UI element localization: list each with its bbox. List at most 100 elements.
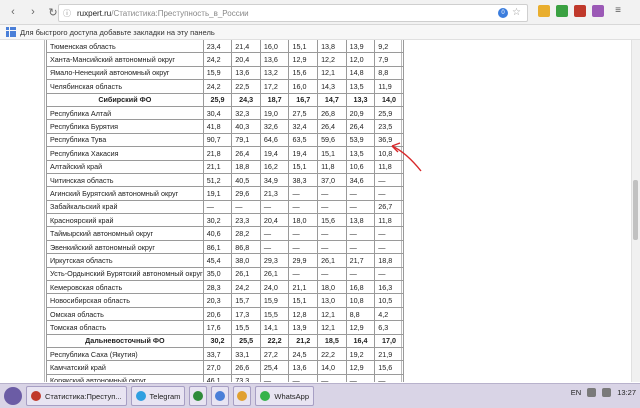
value-cell: 46,1 xyxy=(202,373,233,382)
forward-icon[interactable]: › xyxy=(26,5,40,19)
table-row: Республика Алтай 30,4 32,3 19,0 27,5 26,8 20,9… xyxy=(46,105,404,121)
menu-icon[interactable]: ≡ xyxy=(612,5,624,17)
value-cell: 13,2 xyxy=(259,65,290,81)
value-cell: 23,4 xyxy=(202,40,233,54)
value-cell: 15,6 xyxy=(374,360,404,375)
district-row: Сибирский ФО 25,9 24,3 18,7 16,7 14,7 13,3 14,0 xyxy=(46,92,404,107)
value-cell: 15,6 xyxy=(317,213,347,228)
region-name-cell: Камчатский край xyxy=(46,360,204,375)
bookmark-star-icon[interactable]: ☆ xyxy=(512,7,521,18)
value-cell: 19,0 xyxy=(259,105,290,121)
app-icon xyxy=(31,391,41,401)
value-cell: 45,4 xyxy=(202,253,233,268)
value-cell: 21,9 xyxy=(374,346,404,362)
value-cell: 26,1 xyxy=(259,266,290,282)
taskbar-item[interactable]: Telegram xyxy=(130,386,186,406)
extension-icon[interactable] xyxy=(538,5,550,17)
page-info-icon[interactable]: ⓘ xyxy=(63,8,73,18)
district-row: Дальневосточный ФО 30,2 25,5 22,2 21,2 18,5 16… xyxy=(46,333,404,348)
value-cell: 28,3 xyxy=(202,280,233,295)
value-cell: 21,1 xyxy=(202,159,233,174)
value-cell: 20,9 xyxy=(345,105,376,121)
apps-icon[interactable] xyxy=(6,27,16,37)
region-name-cell: Томская область xyxy=(46,320,204,335)
back-icon[interactable]: ‹ xyxy=(6,5,20,19)
value-cell: 13,3 xyxy=(345,92,376,107)
extension-icon[interactable] xyxy=(556,5,568,17)
region-name-cell: Иркутская область xyxy=(46,253,204,268)
value-cell: 18,0 xyxy=(288,213,319,228)
value-cell: 21,8 xyxy=(202,146,233,161)
crime-table: Тюменская область 23,4 21,4 16,0 15,1 13,8 13,… xyxy=(46,40,404,382)
taskbar-item[interactable]: WhatsApp xyxy=(255,386,315,406)
value-cell: 34,9 xyxy=(259,172,290,188)
extension-badge[interactable]: 0 xyxy=(498,7,509,18)
value-cell: 73,3 xyxy=(231,373,261,382)
value-cell: 41,8 xyxy=(202,119,233,134)
start-button[interactable] xyxy=(4,387,22,405)
value-cell: 30,4 xyxy=(202,105,233,121)
value-cell: 15,1 xyxy=(317,146,347,161)
app-icon xyxy=(260,391,271,401)
value-cell: — xyxy=(345,266,376,282)
value-cell: 15,7 xyxy=(231,293,261,308)
region-name-cell: Ямало-Ненецкий автономный округ xyxy=(46,65,204,81)
value-cell: 20,3 xyxy=(202,293,233,308)
taskbar: Статистика:Преступ... Telegram WhatsApp EN… xyxy=(0,383,640,408)
value-cell: — xyxy=(317,186,347,201)
value-cell: 38,3 xyxy=(288,172,319,188)
value-cell: 16,7 xyxy=(288,92,319,107)
table-row: Агинский Бурятский автономный округ 19,1 2… xyxy=(46,186,404,201)
table-row: Тюменская область 23,4 21,4 16,0 15,1 13,8 13,… xyxy=(46,40,404,54)
region-name-cell: Забайкальский край xyxy=(46,199,204,215)
value-cell: — xyxy=(317,266,347,282)
value-cell: 86,8 xyxy=(231,239,261,255)
region-name-cell: Ханта-Мансийский автономный округ xyxy=(46,52,204,67)
value-cell: 26,4 xyxy=(345,119,376,134)
value-cell: 21,1 xyxy=(288,280,319,295)
value-cell: 9,2 xyxy=(374,40,404,54)
value-cell: 24,3 xyxy=(231,92,261,107)
value-cell: 17,6 xyxy=(202,320,233,335)
value-cell: — xyxy=(374,226,404,241)
value-cell: 13,6 xyxy=(259,52,290,67)
value-cell: 8,8 xyxy=(345,306,376,322)
value-cell: 28,2 xyxy=(231,226,261,241)
page-scrollbar[interactable] xyxy=(631,40,640,382)
value-cell: — xyxy=(345,199,376,215)
extension-icon[interactable] xyxy=(592,5,604,17)
value-cell: 90,7 xyxy=(202,132,233,148)
value-cell: 13,6 xyxy=(231,65,261,81)
address-bar[interactable]: ⓘ ruxpert.ru /Статистика:Преступность_в_… xyxy=(58,4,528,22)
taskbar-item[interactable] xyxy=(211,386,230,406)
system-tray: EN 13:27 xyxy=(571,388,636,397)
region-name-cell: Республика Тува xyxy=(46,132,204,148)
value-cell: 86,1 xyxy=(202,239,233,255)
extension-icon[interactable] xyxy=(574,5,586,17)
value-cell: 15,1 xyxy=(288,40,319,54)
value-cell: 22,2 xyxy=(317,346,347,362)
taskbar-item[interactable]: Статистика:Преступ... xyxy=(26,386,127,406)
language-indicator[interactable]: EN xyxy=(571,388,581,397)
value-cell: 14,8 xyxy=(345,65,376,81)
page-content: Тюменская область 23,4 21,4 16,0 15,1 13,8 13,… xyxy=(0,40,632,382)
region-name-cell: Кемеровская область xyxy=(46,280,204,295)
taskbar-item[interactable] xyxy=(233,386,252,406)
region-name-cell: Усть-Ордынский Бурятский автономный окру… xyxy=(46,266,204,282)
volume-icon[interactable] xyxy=(602,388,612,397)
red-arrow-annotation xyxy=(391,142,422,172)
table-row: Ямало-Ненецкий автономный округ 15,9 13,6 1… xyxy=(46,65,404,81)
network-icon[interactable] xyxy=(587,388,597,397)
value-cell: 40,6 xyxy=(202,226,233,241)
scrollbar-thumb[interactable] xyxy=(633,180,638,240)
value-cell: — xyxy=(259,199,290,215)
clock[interactable]: 13:27 xyxy=(617,388,636,397)
region-name-cell: Красноярский край xyxy=(46,213,204,228)
value-cell: 19,4 xyxy=(288,146,319,161)
value-cell: 29,9 xyxy=(288,253,319,268)
value-cell: 20,4 xyxy=(259,213,290,228)
value-cell: 38,0 xyxy=(231,253,261,268)
taskbar-item[interactable] xyxy=(189,386,208,406)
value-cell: 21,3 xyxy=(259,186,290,201)
value-cell: 26,4 xyxy=(317,119,347,134)
